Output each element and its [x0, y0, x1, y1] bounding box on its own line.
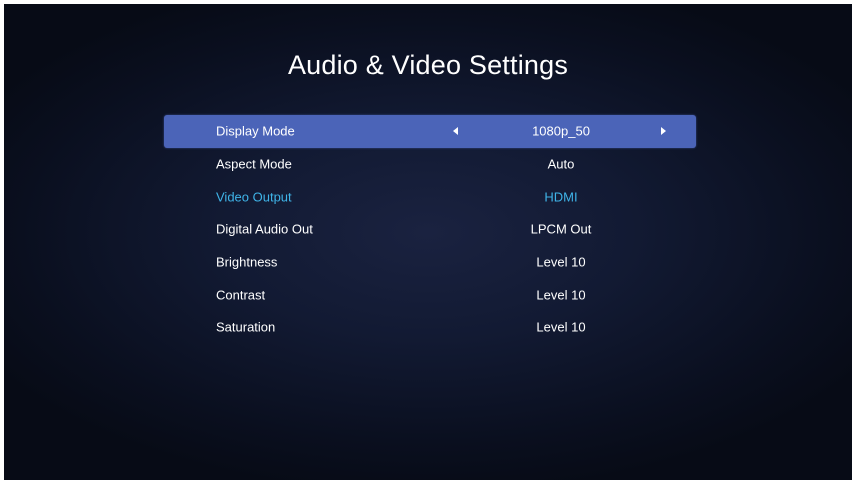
- setting-value: Level 10: [536, 287, 586, 303]
- settings-menu: Display Mode 1080p_50 Aspect Mode Auto V…: [164, 115, 696, 344]
- setting-value: HDMI: [544, 189, 578, 205]
- setting-row-digital-audio-out[interactable]: Digital Audio Out LPCM Out: [164, 213, 696, 246]
- setting-label: Video Output: [216, 189, 292, 205]
- setting-label: Brightness: [216, 254, 278, 270]
- setting-value: LPCM Out: [530, 221, 592, 237]
- setting-row-aspect-mode[interactable]: Aspect Mode Auto: [164, 148, 696, 181]
- setting-row-display-mode[interactable]: Display Mode 1080p_50: [164, 115, 696, 148]
- setting-label: Digital Audio Out: [216, 221, 313, 237]
- setting-row-contrast[interactable]: Contrast Level 10: [164, 278, 696, 311]
- setting-label: Aspect Mode: [216, 156, 292, 172]
- setting-row-video-output[interactable]: Video Output HDMI: [164, 180, 696, 213]
- setting-row-brightness[interactable]: Brightness Level 10: [164, 246, 696, 279]
- setting-label: Saturation: [216, 319, 276, 335]
- triangle-left-icon[interactable]: [453, 127, 458, 136]
- setting-value: Level 10: [536, 319, 586, 335]
- setting-value: Level 10: [536, 254, 586, 270]
- settings-screen: Audio & Video Settings Display Mode 1080…: [4, 4, 852, 480]
- setting-value: 1080p_50: [532, 123, 590, 139]
- triangle-right-icon[interactable]: [661, 127, 666, 136]
- setting-row-saturation[interactable]: Saturation Level 10: [164, 311, 696, 344]
- setting-value: Auto: [547, 156, 575, 172]
- setting-label: Contrast: [216, 287, 266, 303]
- setting-label: Display Mode: [216, 123, 295, 139]
- page-title: Audio & Video Settings: [287, 50, 569, 80]
